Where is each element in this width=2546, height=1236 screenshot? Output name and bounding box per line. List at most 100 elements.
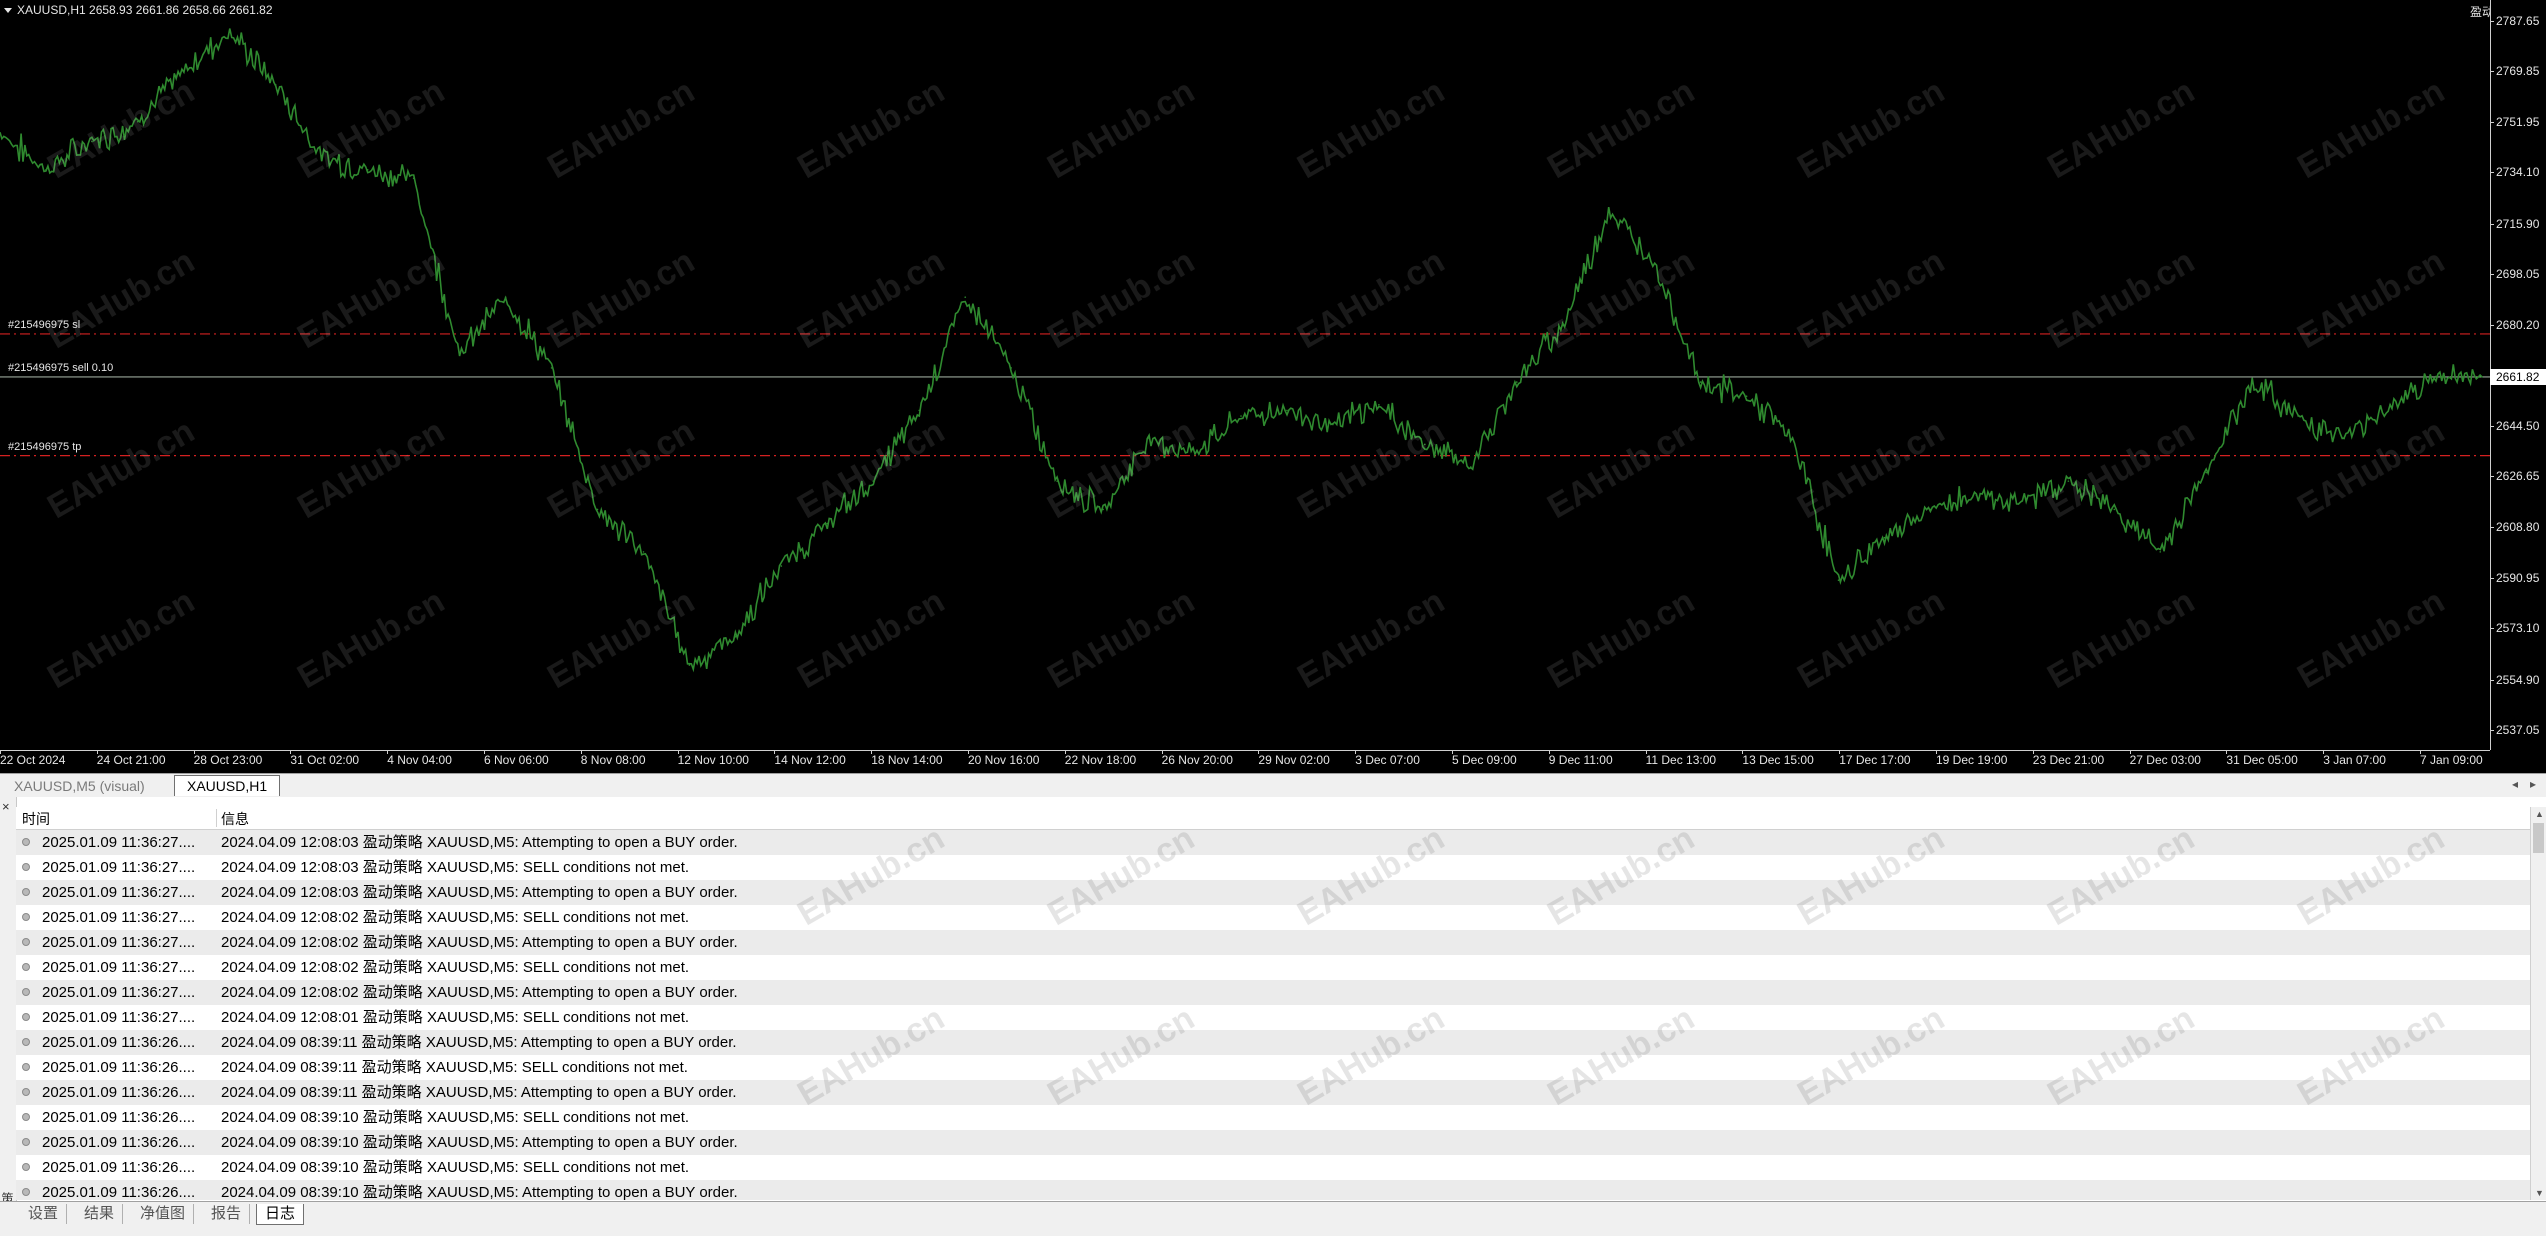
price-point — [2021, 500, 2024, 502]
info-dot-icon — [22, 1163, 30, 1171]
price-point — [2251, 381, 2253, 383]
price-point — [366, 169, 369, 171]
price-point — [1240, 415, 1242, 417]
price-point — [780, 565, 783, 567]
price-point — [45, 169, 47, 171]
log-row[interactable]: 2025.01.09 11:36:26.... 2024.04.09 08:39:… — [16, 1180, 2530, 1200]
time-tick: 24 Oct 21:00 — [96, 750, 166, 767]
info-dot-icon — [22, 1038, 30, 1046]
log-row[interactable]: 2025.01.09 11:36:26.... 2024.04.09 08:39:… — [16, 1030, 2530, 1055]
log-message: 2024.04.09 12:08:03 盈动策略 XAUUSD,M5: Atte… — [221, 884, 738, 901]
time-tick: 6 Nov 06:00 — [484, 750, 549, 767]
info-dot-icon — [22, 1113, 30, 1121]
log-message: 2024.04.09 08:39:10 盈动策略 XAUUSD,M5: Atte… — [221, 1134, 738, 1151]
log-time: 2025.01.09 11:36:27.... — [42, 934, 196, 951]
price-tick: 2626.65 — [2489, 469, 2540, 484]
log-row[interactable]: 2025.01.09 11:36:27.... 2024.04.09 12:08:… — [16, 980, 2530, 1005]
log-message: 2024.04.09 08:39:10 盈动策略 XAUUSD,M5: Atte… — [221, 1184, 738, 1200]
info-dot-icon — [22, 913, 30, 921]
log-time: 2025.01.09 11:36:26.... — [42, 1034, 196, 1051]
log-row[interactable]: 2025.01.09 11:36:27.... 2024.04.09 12:08:… — [16, 1005, 2530, 1030]
info-dot-icon — [22, 838, 30, 846]
log-row[interactable]: 2025.01.09 11:36:27.... 2024.04.09 12:08:… — [16, 830, 2530, 855]
time-tick: 23 Dec 21:00 — [2032, 750, 2105, 767]
tab-scroll-left-icon[interactable]: ◂ — [2512, 777, 2518, 791]
time-tick: 11 Dec 13:00 — [1645, 750, 1717, 767]
chart-tab-xauusd-h1[interactable]: XAUUSD,H1 — [174, 775, 281, 796]
info-dot-icon — [22, 863, 30, 871]
log-row[interactable]: 2025.01.09 11:36:26.... 2024.04.09 08:39:… — [16, 1130, 2530, 1155]
log-row[interactable]: 2025.01.09 11:36:26.... 2024.04.09 08:39:… — [16, 1155, 2530, 1180]
price-point — [1653, 262, 1656, 265]
log-row[interactable]: 2025.01.09 11:36:27.... 2024.04.09 12:08:… — [16, 955, 2530, 980]
price-point — [1286, 409, 1288, 412]
log-time: 2025.01.09 11:36:27.... — [42, 1009, 196, 1026]
column-header-time[interactable]: 时间 — [22, 809, 50, 829]
log-row[interactable]: 2025.01.09 11:36:27.... 2024.04.09 12:08:… — [16, 930, 2530, 955]
price-point — [1791, 437, 1794, 440]
tab-results[interactable]: 结果 — [76, 1204, 124, 1224]
price-point — [2343, 437, 2345, 440]
time-tick: 12 Nov 10:00 — [677, 750, 749, 767]
log-message: 2024.04.09 08:39:11 盈动策略 XAUUSD,M5: SELL… — [221, 1059, 688, 1076]
time-tick: 20 Nov 16:00 — [968, 750, 1040, 767]
tab-settings[interactable]: 设置 — [20, 1204, 68, 1224]
log-message: 2024.04.09 12:08:03 盈动策略 XAUUSD,M5: SELL… — [221, 859, 690, 876]
column-divider[interactable] — [216, 809, 217, 827]
log-row[interactable]: 2025.01.09 11:36:26.... 2024.04.09 08:39:… — [16, 1055, 2530, 1080]
order-line-label: #215496975 tp — [8, 440, 82, 453]
price-point — [1056, 480, 1058, 482]
log-row[interactable]: 2025.01.09 11:36:27.... 2024.04.09 12:08:… — [16, 905, 2530, 930]
price-point — [1148, 437, 1150, 440]
log-message: 2024.04.09 12:08:02 盈动策略 XAUUSD,M5: Atte… — [221, 984, 738, 1001]
scroll-up-icon[interactable]: ▲ — [2535, 809, 2544, 819]
price-point — [872, 480, 875, 482]
price-point — [964, 296, 967, 298]
log-time: 2025.01.09 11:36:27.... — [42, 959, 196, 976]
time-tick: 29 Nov 02:00 — [1258, 750, 1330, 767]
price-point — [1929, 508, 1932, 511]
chart-window[interactable]: EAHub.cn EAHub.cn EAHub.cn EAHub.cn EAHub.cn… — [0, 0, 2546, 774]
order-line-label: #215496975 sl — [8, 318, 81, 331]
column-header-message[interactable]: 信息 — [221, 809, 249, 829]
current-price-tag: 2661.82 — [2490, 368, 2546, 385]
time-tick: 22 Nov 18:00 — [1064, 750, 1137, 767]
time-tick: 8 Nov 08:00 — [580, 750, 646, 767]
dropdown-triangle-icon[interactable] — [4, 8, 12, 14]
tab-report[interactable]: 报告 — [203, 1204, 251, 1224]
log-list[interactable]: 2025.01.09 11:36:27.... 2024.04.09 12:08:… — [16, 830, 2530, 1200]
tab-scroll-right-icon[interactable]: ▸ — [2530, 777, 2536, 791]
time-scale[interactable]: 22 Oct 2024 24 Oct 21:00 28 Oct 23:00 31 Oc… — [0, 750, 2490, 774]
tab-equity-graph[interactable]: 净值图 — [132, 1204, 195, 1224]
log-message: 2024.04.09 12:08:02 盈动策略 XAUUSD,M5: SELL… — [221, 959, 690, 976]
symbol-info: XAUUSD,H1 2658.93 2661.86 2658.66 2661.8… — [4, 3, 273, 17]
chart-tab-xauusd-m5-visual[interactable]: XAUUSD,M5 (visual) — [2, 776, 157, 796]
order-line-label: #215496975 sell 0.10 — [8, 361, 114, 374]
log-message: 2024.04.09 08:39:11 盈动策略 XAUUSD,M5: Atte… — [221, 1034, 737, 1051]
price-point — [320, 154, 323, 157]
vertical-scrollbar[interactable]: ▲ ▼ — [2530, 807, 2546, 1200]
price-point — [596, 508, 599, 511]
log-row[interactable]: 2025.01.09 11:36:27.... 2024.04.09 12:08:… — [16, 855, 2530, 880]
time-tick: 13 Dec 15:00 — [1742, 750, 1814, 767]
info-dot-icon — [22, 988, 30, 996]
close-icon[interactable]: × — [2, 799, 10, 814]
price-tick: 2787.65 — [2489, 13, 2540, 28]
log-time: 2025.01.09 11:36:26.... — [42, 1134, 196, 1151]
price-point — [1010, 367, 1012, 369]
price-point — [137, 120, 139, 123]
scroll-thumb[interactable] — [2533, 823, 2544, 853]
time-tick: 7 Jan 09:00 — [2420, 750, 2483, 767]
log-row[interactable]: 2025.01.09 11:36:26.... 2024.04.09 08:39:… — [16, 1080, 2530, 1105]
log-time: 2025.01.09 11:36:26.... — [42, 1159, 196, 1176]
log-message: 2024.04.09 12:08:01 盈动策略 XAUUSD,M5: SELL… — [221, 1009, 690, 1026]
log-row[interactable]: 2025.01.09 11:36:26.... 2024.04.09 08:39:… — [16, 1105, 2530, 1130]
log-message: 2024.04.09 12:08:02 盈动策略 XAUUSD,M5: SELL… — [221, 909, 690, 926]
log-row[interactable]: 2025.01.09 11:36:27.... 2024.04.09 12:08:… — [16, 880, 2530, 905]
tab-journal[interactable]: 日志 — [256, 1204, 305, 1225]
price-chart[interactable] — [0, 0, 2490, 750]
scroll-down-icon[interactable]: ▼ — [2535, 1188, 2544, 1198]
price-tick: 2608.80 — [2489, 519, 2540, 534]
time-tick: 26 Nov 20:00 — [1161, 750, 1233, 767]
price-point — [1194, 452, 1196, 454]
